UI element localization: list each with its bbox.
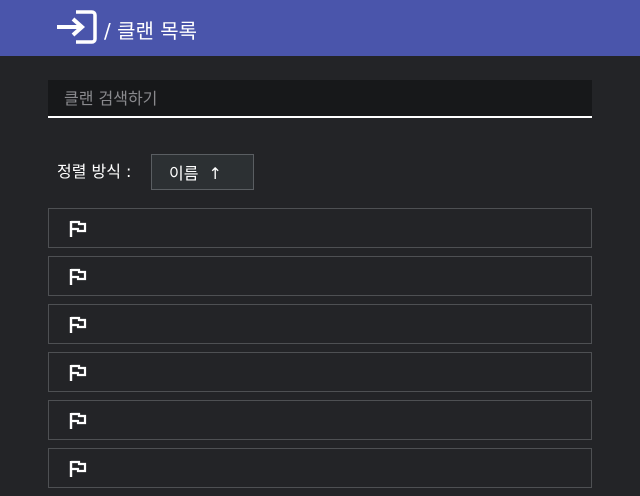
flag-icon bbox=[69, 364, 87, 381]
page-title: / 클랜 목록 bbox=[104, 19, 198, 43]
clan-search-input[interactable] bbox=[48, 80, 592, 118]
clan-list-item[interactable] bbox=[48, 352, 592, 392]
flag-icon bbox=[69, 460, 87, 477]
flag-icon bbox=[69, 268, 87, 285]
sort-label: 정렬 방식 : bbox=[57, 162, 132, 181]
login-icon[interactable] bbox=[56, 10, 97, 44]
clan-list-item[interactable] bbox=[48, 400, 592, 440]
sort-value: 이름 bbox=[169, 164, 199, 183]
clan-list-item[interactable] bbox=[48, 304, 592, 344]
clan-list-item[interactable] bbox=[48, 256, 592, 296]
app-header: / 클랜 목록 bbox=[0, 0, 640, 56]
clan-list-item[interactable] bbox=[48, 448, 592, 488]
flag-icon bbox=[69, 412, 87, 429]
flag-icon bbox=[69, 316, 87, 333]
clan-list-item[interactable] bbox=[48, 208, 592, 248]
flag-icon bbox=[69, 220, 87, 237]
sort-ascending-arrow-icon: ↑ bbox=[208, 164, 222, 183]
clan-list bbox=[48, 208, 592, 496]
sort-by-name-button[interactable]: 이름 ↑ bbox=[151, 154, 254, 190]
